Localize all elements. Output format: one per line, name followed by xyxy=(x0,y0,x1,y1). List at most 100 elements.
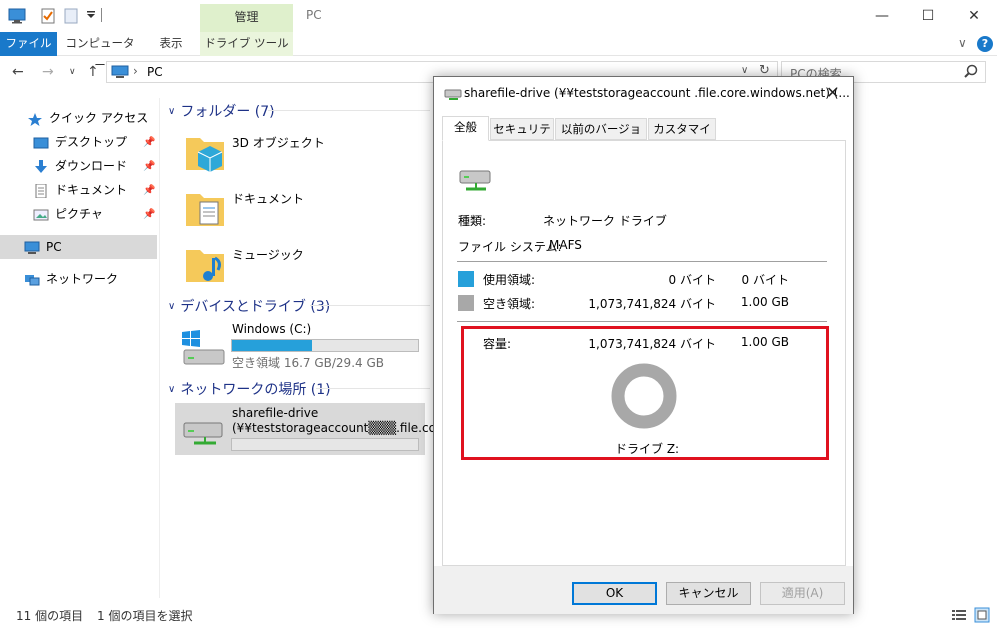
sidebar-item-label: デスクトップ xyxy=(55,135,128,149)
tab-security[interactable]: セキュリティ xyxy=(490,118,554,156)
folder-3d-objects[interactable]: 3D オブジェクト xyxy=(232,134,325,151)
drive-c-free-space: 空き領域 16.7 GB/29.4 GB xyxy=(232,356,384,370)
used-space-label: 使用領域: xyxy=(483,273,536,287)
section-devices[interactable]: ∨ デバイスとドライブ (3) xyxy=(168,296,330,316)
section-divider xyxy=(316,388,430,389)
network-icon xyxy=(24,272,40,286)
ribbon-expand-icon[interactable]: ∨ xyxy=(958,36,967,50)
3d-objects-folder-icon xyxy=(184,130,228,177)
ribbon-tabs: ファイル コンピューター 表示 ドライブ ツール ∨ xyxy=(0,32,997,72)
breadcrumb-separator: › xyxy=(133,64,138,78)
filesystem-label: ファイル システム: xyxy=(458,240,562,254)
properties-icon[interactable] xyxy=(40,8,56,27)
network-drive-icon xyxy=(180,413,226,454)
close-button[interactable]: ✕ xyxy=(951,4,997,28)
pin-icon[interactable]: 📌 xyxy=(143,185,155,196)
network-drive-name[interactable]: sharefile-drive xyxy=(232,406,318,420)
network-drive-small-icon xyxy=(444,87,462,104)
tab-general[interactable]: 全般 xyxy=(442,116,489,141)
folder-documents[interactable]: ドキュメント xyxy=(232,190,304,207)
drive-c-usage-fill xyxy=(232,340,312,351)
chevron-down-icon[interactable]: ∨ xyxy=(168,384,175,395)
star-icon xyxy=(27,111,43,126)
network-drive-path: (¥¥teststorageaccount▒▒▒.file.co... xyxy=(232,421,448,435)
qat-divider xyxy=(101,8,102,22)
documents-folder-icon xyxy=(184,186,228,233)
status-item-count: 11 個の項目 xyxy=(16,609,84,623)
sidebar-item-downloads[interactable]: ダウンロード xyxy=(33,155,127,177)
separator xyxy=(457,321,827,322)
up-arrow-icon[interactable]: ↑ xyxy=(87,64,99,80)
sidebar-item-label: クイック アクセス xyxy=(49,111,149,125)
pin-icon[interactable]: 📌 xyxy=(143,209,155,220)
section-network-locations[interactable]: ∨ ネットワークの場所 (1) xyxy=(168,379,331,399)
maximize-button[interactable]: ☐ xyxy=(905,4,951,28)
free-space-swatch xyxy=(458,295,474,311)
tab-view[interactable]: 表示 xyxy=(147,32,195,56)
free-space-bytes: 1,073,741,824 バイト xyxy=(588,297,716,311)
sidebar-item-pictures[interactable]: ピクチャ xyxy=(33,203,103,225)
sidebar-item-quick-access[interactable]: クイック アクセス xyxy=(27,107,148,129)
title-bar: 管理 PC — ☐ ✕ xyxy=(0,0,997,32)
window-title: PC xyxy=(306,8,322,22)
ok-button[interactable]: OK xyxy=(572,582,657,605)
address-dropdown-icon[interactable]: ∨ xyxy=(741,65,748,76)
large-icons-view-icon[interactable] xyxy=(974,607,990,626)
minimize-button[interactable]: — xyxy=(859,4,905,28)
pin-icon[interactable]: 📌 xyxy=(143,137,155,148)
tab-customize[interactable]: カスタマイズ xyxy=(648,118,716,156)
back-arrow-icon[interactable]: ← xyxy=(12,64,24,80)
download-icon xyxy=(33,159,49,173)
windows-drive-icon xyxy=(180,330,226,369)
search-icon[interactable] xyxy=(964,64,978,81)
tab-computer[interactable]: コンピューター xyxy=(60,32,140,72)
apply-button[interactable]: 適用(A) xyxy=(760,582,845,605)
tab-drive-tools[interactable]: ドライブ ツール xyxy=(200,32,293,56)
picture-icon xyxy=(33,207,49,221)
details-view-icon[interactable] xyxy=(952,609,966,624)
sidebar-item-desktop[interactable]: デスクトップ xyxy=(33,131,127,153)
sidebar-item-documents[interactable]: ドキュメント xyxy=(33,179,127,201)
type-value: ネットワーク ドライブ xyxy=(543,214,667,228)
separator xyxy=(457,261,827,262)
dialog-title: sharefile-drive (¥¥teststorageaccount .f… xyxy=(464,86,850,100)
drive-c-name[interactable]: Windows (C:) xyxy=(232,322,311,336)
folder-music[interactable]: ミュージック xyxy=(232,246,304,263)
sidebar-item-label: ドキュメント xyxy=(55,183,128,197)
sidebar-item-pc[interactable]: PC xyxy=(24,236,62,258)
computer-icon xyxy=(8,8,26,27)
new-folder-icon[interactable] xyxy=(64,8,78,27)
document-icon xyxy=(33,183,49,199)
sidebar-item-label: ネットワーク xyxy=(46,272,119,286)
network-drive-large-icon xyxy=(458,165,494,198)
help-icon[interactable]: ? xyxy=(977,36,993,52)
dialog-close-button[interactable]: ✕ xyxy=(826,83,839,102)
used-space-size: 0 バイト xyxy=(741,273,789,287)
computer-icon xyxy=(24,240,40,254)
chevron-down-icon[interactable]: ∨ xyxy=(168,106,175,117)
network-drive-usage-bar xyxy=(231,438,419,451)
sidebar-item-label: ダウンロード xyxy=(55,159,128,173)
pin-icon[interactable]: 📌 xyxy=(143,161,155,172)
address-pc-icon xyxy=(111,65,129,82)
chevron-down-icon[interactable]: ∨ xyxy=(168,301,175,312)
section-folders[interactable]: ∨ フォルダー (7) xyxy=(168,101,275,121)
qat-dropdown-icon[interactable] xyxy=(86,9,96,23)
desktop-icon xyxy=(33,135,49,149)
section-divider xyxy=(310,305,430,306)
tab-previous-versions[interactable]: 以前のバージョン xyxy=(555,118,647,156)
breadcrumb-pc[interactable]: PC xyxy=(147,65,163,79)
tab-file[interactable]: ファイル xyxy=(0,32,57,56)
highlight-box xyxy=(461,326,829,460)
forward-arrow-icon[interactable]: → xyxy=(42,64,54,80)
recent-chevron-icon[interactable]: ∨ xyxy=(69,67,76,77)
cancel-button[interactable]: キャンセル xyxy=(666,582,751,605)
section-title: ネットワークの場所 (1) xyxy=(180,382,331,398)
used-space-swatch xyxy=(458,271,474,287)
used-space-bytes: 0 バイト xyxy=(668,273,716,287)
status-selection: 1 個の項目を選択 xyxy=(97,609,193,623)
manage-contextual-tab[interactable]: 管理 xyxy=(200,4,293,32)
section-title: デバイスとドライブ (3) xyxy=(180,299,331,315)
section-divider xyxy=(268,110,430,111)
sidebar-item-network[interactable]: ネットワーク xyxy=(24,268,118,290)
